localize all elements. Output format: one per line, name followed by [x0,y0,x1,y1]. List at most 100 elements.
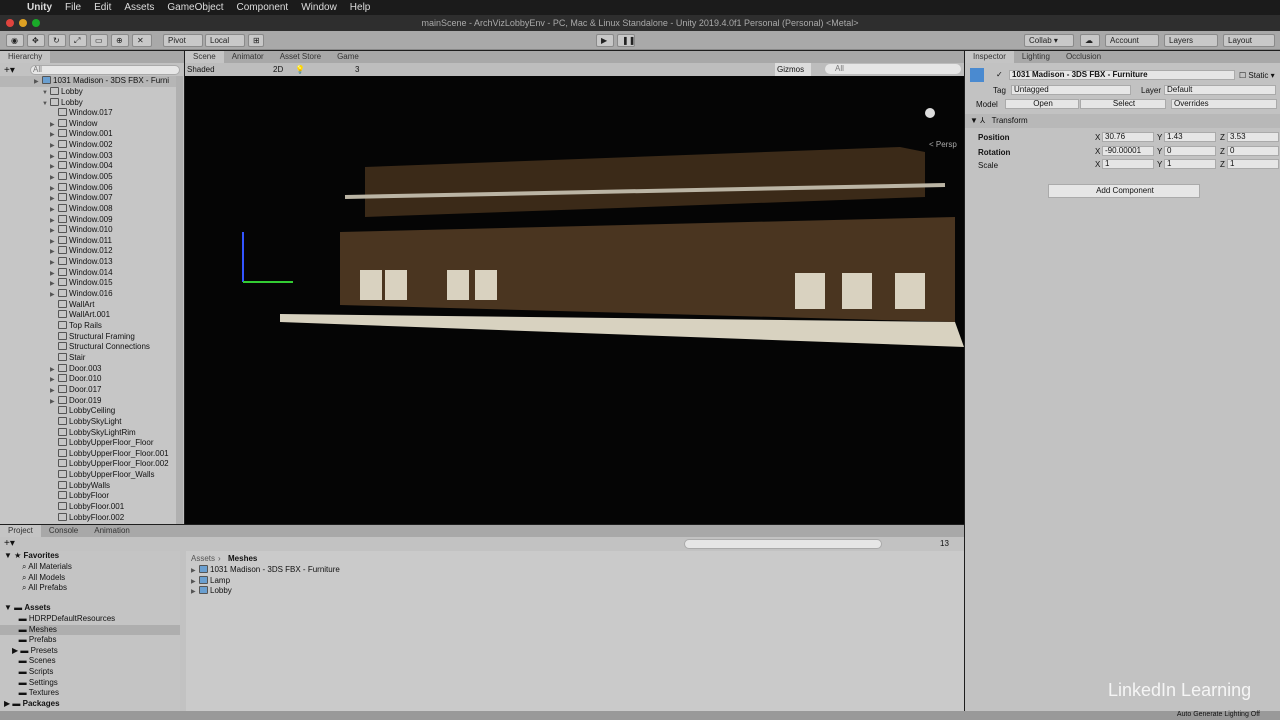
hierarchy-item[interactable]: ▶ Door.003 [0,363,101,375]
hierarchy-item[interactable]: ▶ Window.008 [0,203,113,215]
local-toggle[interactable]: Local [205,34,245,47]
hierarchy-item[interactable]: WallArt [0,299,94,311]
asset-item[interactable]: ▶ 1031 Madison - 3DS FBX - Furniture [186,565,340,576]
hierarchy-item[interactable]: LobbyFloor [0,491,109,502]
hierarchy-item[interactable]: LobbySkyLightRim [0,427,136,439]
hierarchy-item[interactable]: ▶ Window.014 [0,267,113,279]
lighting-toggle-icon[interactable]: 💡 [295,63,305,76]
favorite-item[interactable]: ⌕ All Models [0,573,180,584]
hierarchy-item[interactable]: ▶ Window.005 [0,171,113,183]
move-tool-icon[interactable]: ✥ [27,34,45,47]
layers-dropdown[interactable]: Layers [1164,34,1218,47]
menu-file[interactable]: File [65,2,81,13]
orientation-gizmo[interactable] [925,108,935,118]
tab-hierarchy[interactable]: Hierarchy [0,51,51,63]
hierarchy-item[interactable]: ▶ Window.011 [0,235,112,247]
hierarchy-scrollbar[interactable] [176,76,183,524]
hierarchy-item[interactable]: LobbyFloor.002 [0,512,124,524]
rotation-x-field[interactable]: -90.00001 [1102,146,1154,156]
favorite-item[interactable]: ⌕ All Materials [0,562,180,573]
hierarchy-item[interactable]: ▶ Window.015 [0,278,113,289]
hierarchy-item[interactable]: ▶ Window.002 [0,139,113,151]
hierarchy-item[interactable]: ▶ Window [0,118,97,130]
tab-inspector[interactable]: Inspector [965,51,1014,63]
folder-item[interactable]: ▬ Textures [0,688,180,699]
position-z-field[interactable]: 3.53 [1227,132,1279,142]
gizmos-dropdown[interactable]: Gizmos [775,63,811,76]
breadcrumb-meshes[interactable]: Meshes [228,554,257,563]
snap-icon[interactable]: ⊞ [248,34,264,47]
collab-button[interactable]: Collab ▾ [1024,34,1074,47]
rotation-z-field[interactable]: 0 [1227,146,1279,156]
view-tool-icon[interactable]: ◉ [6,34,24,47]
hierarchy-item[interactable]: LobbyWalls [0,480,110,492]
menu-assets[interactable]: Assets [124,2,154,13]
select-button[interactable]: Select [1080,99,1166,109]
persp-label[interactable]: < Persp [929,140,957,149]
scene-viewport[interactable]: < Persp [185,77,964,524]
hierarchy-item-lobby-child[interactable]: ▼ Lobby [0,97,83,109]
favorites-header[interactable]: ▼ ★ Favorites [0,551,180,562]
account-dropdown[interactable]: Account [1105,34,1159,47]
transform-tool-icon[interactable]: ⊕ [111,34,129,47]
hierarchy-root-item[interactable]: ▶ 1031 Madison - 3DS FBX - Furni [0,76,176,87]
layer-dropdown[interactable]: Default [1164,85,1276,95]
menu-unity[interactable]: Unity [27,2,52,13]
shading-mode-dropdown[interactable]: Shaded [187,63,267,76]
transform-header[interactable]: ▼ ⅄ Transform [965,114,1280,128]
tab-occlusion[interactable]: Occlusion [1058,51,1109,63]
hierarchy-item[interactable]: ▶ Window.003 [0,150,113,162]
open-button[interactable]: Open [1005,99,1079,109]
hierarchy-item[interactable]: ▶ Window.010 [0,225,113,236]
menu-gameobject[interactable]: GameObject [167,2,223,13]
tab-lighting[interactable]: Lighting [1014,51,1058,63]
scale-z-field[interactable]: 1 [1227,159,1279,169]
hierarchy-item[interactable]: Structural Framing [0,331,135,343]
tab-scene[interactable]: Scene [185,51,224,63]
hierarchy-item[interactable]: Top Rails [0,321,102,332]
hierarchy-item[interactable]: ▶ Window.016 [0,289,113,300]
hierarchy-item[interactable]: ▶ Window.007 [0,193,113,204]
hierarchy-item[interactable]: ▶ Window.012 [0,246,113,257]
tab-animator[interactable]: Animator [224,51,272,63]
pivot-toggle[interactable]: Pivot [163,34,203,47]
close-window-button[interactable] [6,19,14,27]
hierarchy-item[interactable]: ▶ Window.013 [0,257,113,268]
tab-console[interactable]: Console [41,525,86,537]
scale-y-field[interactable]: 1 [1164,159,1216,169]
breadcrumb-assets[interactable]: Assets [191,554,215,563]
scale-x-field[interactable]: 1 [1102,159,1154,169]
menu-edit[interactable]: Edit [94,2,111,13]
hierarchy-search-input[interactable]: All [30,65,180,75]
position-x-field[interactable]: 30.76 [1102,132,1154,142]
layout-dropdown[interactable]: Layout [1223,34,1275,47]
2d-toggle[interactable]: 2D [273,63,283,76]
hierarchy-item[interactable]: ▶ Window.009 [0,214,113,226]
hierarchy-item[interactable]: ▶ Door.010 [0,374,101,385]
hierarchy-item[interactable]: Structural Connections [0,342,150,353]
rotation-y-field[interactable]: 0 [1164,146,1216,156]
hierarchy-item[interactable]: LobbyUpperFloor_Floor [0,438,154,449]
hierarchy-item[interactable]: WallArt.001 [0,310,110,321]
custom-tool-icon[interactable]: ✕ [132,34,152,47]
tab-project[interactable]: Project [0,525,41,537]
position-y-field[interactable]: 1.43 [1164,132,1216,142]
hierarchy-item[interactable]: LobbyUpperFloor_Floor.002 [0,459,169,470]
menu-window[interactable]: Window [301,2,337,13]
folder-item[interactable]: ▬ Prefabs [0,635,180,646]
hierarchy-item[interactable]: LobbyFloor.001 [0,502,124,513]
project-search-input[interactable] [684,539,882,549]
maximize-window-button[interactable] [32,19,40,27]
hierarchy-item[interactable]: ▶ Window.001 [0,129,113,140]
hierarchy-item[interactable]: ▶ Window.006 [0,182,113,194]
folder-item[interactable]: ▬ Settings [0,678,180,689]
hierarchy-item[interactable]: ▶ Window.004 [0,161,113,172]
hierarchy-item[interactable]: LobbyUpperFloor_Walls [0,470,155,481]
tag-dropdown[interactable]: Untagged [1011,85,1131,95]
folder-item[interactable]: ▬ HDRPDefaultResources [0,614,180,625]
folder-item[interactable]: ▬ Scripts [0,667,180,678]
object-name-input[interactable]: 1031 Madison - 3DS FBX - Furniture [1009,70,1235,80]
asset-item[interactable]: ▶ Lamp [186,575,230,587]
folder-item[interactable]: ▶ ▬ Presets [0,646,180,657]
menu-help[interactable]: Help [350,2,371,13]
